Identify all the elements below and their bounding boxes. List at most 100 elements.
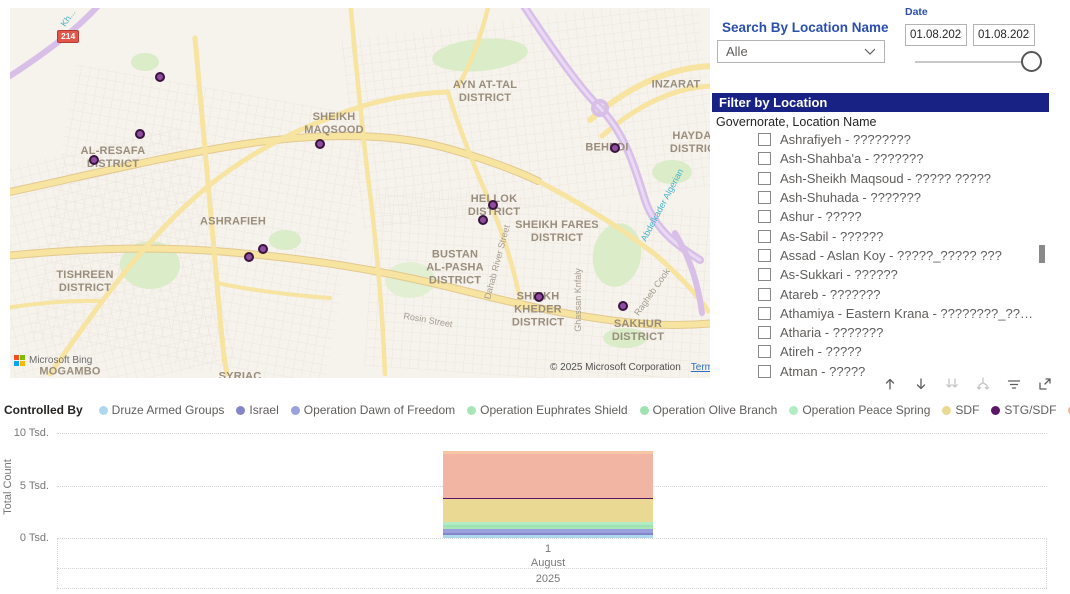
map-marker[interactable] (155, 72, 165, 82)
checkbox[interactable] (758, 288, 771, 301)
location-filter-item[interactable]: Ash-Sheikh Maqsoud - ????? ????? (712, 169, 1038, 188)
location-filter-item[interactable]: Atireh - ????? (712, 342, 1038, 361)
map-marker[interactable] (488, 200, 498, 210)
stacked-area-point (443, 451, 653, 538)
map-marker[interactable] (244, 252, 254, 262)
location-dropdown[interactable]: Alle (717, 40, 885, 63)
y-tick-0: 0 Tsd. (3, 532, 49, 544)
checkbox[interactable] (758, 268, 771, 281)
checkbox[interactable] (758, 133, 771, 146)
map-marker[interactable] (478, 215, 488, 225)
legend-item[interactable]: Operation Peace Spring (789, 403, 930, 417)
date-slider-handle[interactable] (1021, 51, 1042, 72)
legend-color-icon (236, 406, 245, 415)
map-marker[interactable] (258, 244, 268, 254)
checkbox[interactable] (758, 307, 771, 320)
legend-color-icon (291, 406, 300, 415)
date-slider-track[interactable] (915, 61, 1037, 63)
legend-item-label: Druze Armed Groups (112, 403, 225, 417)
location-filter-item-label: As-Sukkari - ?????? (780, 267, 898, 282)
legend-color-icon (991, 406, 1000, 415)
location-filter-item[interactable]: Ash-Shahba'a - ??????? (712, 149, 1038, 168)
date-end-input[interactable] (973, 24, 1035, 46)
legend-item-label: Israel (249, 403, 278, 417)
legend-item[interactable]: STG/SDF (991, 403, 1056, 417)
drill-down-icon[interactable] (912, 375, 930, 393)
legend-item[interactable]: Operation Euphrates Shield (467, 403, 627, 417)
legend-item[interactable]: Operation Olive Branch (640, 403, 778, 417)
legend-color-icon (99, 406, 108, 415)
date-start-input[interactable] (905, 24, 967, 46)
chevron-down-icon (864, 48, 876, 56)
legend-color-icon (789, 406, 798, 415)
legend-item[interactable]: SDF (942, 403, 979, 417)
legend-item[interactable]: Israel (236, 403, 278, 417)
filter-icon[interactable] (1005, 375, 1023, 393)
map-terms-link[interactable]: Terms (691, 362, 710, 373)
legend-color-icon (640, 406, 649, 415)
checkbox[interactable] (758, 230, 771, 243)
district-label: SAKHUR DISTRICT (612, 318, 664, 344)
location-filter-item[interactable]: Ash-Shuhada - ??????? (712, 188, 1038, 207)
location-filter-item-label: Athamiya - Eastern Krana - ????????_??? … (780, 306, 1035, 321)
chart-legend: Controlled By Druze Armed GroupsIsraelOp… (4, 403, 1070, 417)
slicer-toolbar (881, 375, 1054, 393)
location-filter-item-label: Ash-Shahba'a - ??????? (780, 151, 923, 166)
filter-list-scrollbar[interactable] (1039, 245, 1045, 263)
legend-item-label: SDF (955, 403, 979, 417)
location-filter-item-label: Ashur - ????? (780, 209, 862, 224)
checkbox[interactable] (758, 326, 771, 339)
route-badge-214: 214 (57, 30, 79, 43)
location-filter-list[interactable]: Ashrafiyeh - ???????? Ash-Shahba'a - ????… (712, 130, 1038, 378)
x-label-year: 2025 (443, 573, 653, 585)
map-marker[interactable] (618, 301, 628, 311)
stack-segment[interactable] (443, 499, 653, 523)
drill-up-icon[interactable] (881, 375, 899, 393)
map-marker[interactable] (89, 155, 99, 165)
map-marker[interactable] (610, 143, 620, 153)
location-filter-item[interactable]: Assad - Aslan Koy - ?????_????? ??? (712, 246, 1038, 265)
location-filter-item[interactable]: As-Sukkari - ?????? (712, 265, 1038, 284)
checkbox[interactable] (758, 365, 771, 378)
axis-edge (1046, 538, 1047, 588)
district-label: ASHRAFIEH (200, 216, 266, 229)
checkbox[interactable] (758, 152, 771, 165)
checkbox[interactable] (758, 249, 771, 262)
expand-next-level-icon[interactable] (943, 375, 961, 393)
location-filter-item[interactable]: Atareb - ??????? (712, 284, 1038, 303)
location-filter-item[interactable]: Ashrafiyeh - ???????? (712, 130, 1038, 149)
stack-segment[interactable] (443, 535, 653, 538)
checkbox[interactable] (758, 345, 771, 358)
map-marker[interactable] (534, 292, 544, 302)
location-filter-item[interactable]: Atharia - ??????? (712, 323, 1038, 342)
checkbox[interactable] (758, 191, 771, 204)
location-filter-item[interactable]: As-Sabil - ?????? (712, 226, 1038, 245)
legend-item-label: Operation Olive Branch (653, 403, 778, 417)
district-label: INZARAT (652, 79, 701, 92)
location-dropdown-value: Alle (726, 44, 748, 59)
date-label: Date (905, 6, 928, 18)
legend-item[interactable]: Operation Dawn of Freedom (291, 403, 455, 417)
stack-segment[interactable] (443, 454, 653, 498)
district-label: BEHDDI (585, 142, 628, 155)
location-filter-item[interactable]: Athamiya - Eastern Krana - ????????_??? … (712, 304, 1038, 323)
checkbox[interactable] (758, 172, 771, 185)
map-canvas[interactable]: AL-RESAFA DISTRICTSHEIKH MAQSOODAYN AT-T… (10, 8, 710, 378)
bing-logo-label: Microsoft Bing (29, 355, 92, 366)
y-tick-5: 5 Tsd. (3, 480, 49, 492)
bing-logo: Microsoft Bing (14, 355, 92, 366)
district-label: TISHREEN DISTRICT (56, 269, 113, 295)
legend-item[interactable]: Druze Armed Groups (99, 403, 225, 417)
y-tick-10: 10 Tsd. (3, 427, 49, 439)
legend-item-label: Operation Euphrates Shield (480, 403, 627, 417)
location-filter-item-label: Atareb - ??????? (780, 287, 880, 302)
map-marker[interactable] (315, 139, 325, 149)
map-marker[interactable] (135, 129, 145, 139)
controlled-by-chart: Controlled By Druze Armed GroupsIsraelOp… (0, 400, 1070, 594)
microsoft-logo-icon (14, 355, 25, 366)
location-filter-item-label: Atman - ????? (780, 364, 865, 378)
location-filter-item[interactable]: Ashur - ????? (712, 207, 1038, 226)
focus-mode-icon[interactable] (1036, 375, 1054, 393)
checkbox[interactable] (758, 210, 771, 223)
expand-all-levels-icon[interactable] (974, 375, 992, 393)
